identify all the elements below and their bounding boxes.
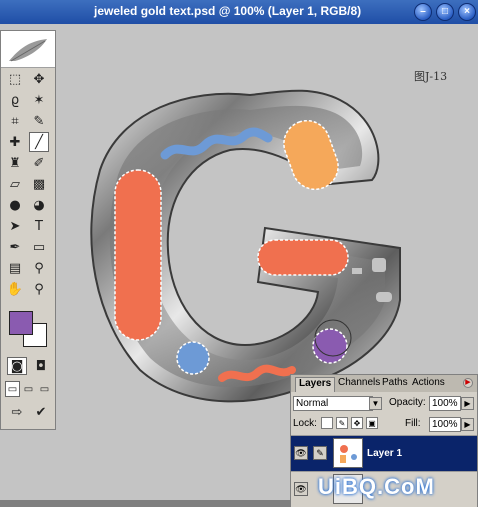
toolbox-panel[interactable]: ⬚ ✥ ϱ ✶ ⌗ ✎ ✚ ╱ ♜ ✐ ▱ ▩ ● ◕ ➤ T ✒ ▭ ▤ ⚲ … xyxy=(0,30,56,430)
window-title: jeweled gold text.psd @ 100% (Layer 1, R… xyxy=(94,4,362,18)
feather-logo-icon xyxy=(9,39,47,62)
fill-arrow-icon[interactable]: ▶ xyxy=(461,418,474,431)
type-tool-icon[interactable]: T xyxy=(29,216,49,236)
crop-tool-icon[interactable]: ⌗ xyxy=(5,111,25,131)
close-icon: × xyxy=(464,6,470,17)
tab-paths[interactable]: Paths xyxy=(379,377,411,391)
jump-buttons: ⇨ ✔ xyxy=(7,403,51,421)
eraser-tool-icon[interactable]: ▱ xyxy=(5,174,25,194)
marquee-tool-icon[interactable]: ⬚ xyxy=(5,69,25,89)
fill-field[interactable]: 100% xyxy=(429,417,461,432)
orange-pill-right xyxy=(257,239,349,276)
foreground-color-swatch[interactable] xyxy=(9,311,33,335)
dodge-tool-icon[interactable]: ◕ xyxy=(29,195,49,215)
lasso-tool-icon[interactable]: ϱ xyxy=(5,90,25,110)
maximize-icon: □ xyxy=(441,6,449,17)
tab-actions[interactable]: Actions xyxy=(409,377,448,391)
lock-transparency-icon[interactable] xyxy=(321,417,333,429)
blue-dot xyxy=(176,341,210,375)
blur-tool-icon[interactable]: ● xyxy=(5,195,25,215)
maximize-button[interactable]: □ xyxy=(436,3,454,21)
quick-mask-icon[interactable]: ◘ xyxy=(31,357,51,375)
pen-tool-icon[interactable]: ✒ xyxy=(5,237,25,257)
layer-thumbnail xyxy=(333,438,363,468)
healing-brush-tool-icon[interactable]: ✚ xyxy=(5,132,25,152)
layer-name[interactable]: Layer 1 xyxy=(367,448,402,459)
screen-mode-buttons: ▭ ▭ ▭ xyxy=(5,381,53,397)
brush-tool-icon[interactable]: ╱ xyxy=(29,132,49,152)
eye-visibility-icon[interactable]: 👁 xyxy=(294,482,308,496)
panel-menu-icon[interactable]: ▶ xyxy=(463,378,473,388)
minimize-icon: – xyxy=(420,6,426,17)
slice-tool-icon[interactable]: ✎ xyxy=(29,111,49,131)
full-screen-icon[interactable]: ▭ xyxy=(37,381,52,397)
history-brush-tool-icon[interactable]: ✐ xyxy=(29,153,49,173)
path-select-tool-icon[interactable]: ➤ xyxy=(5,216,25,236)
layer-thumbnail-icon xyxy=(340,445,357,463)
move-tool-icon[interactable]: ✥ xyxy=(29,69,49,89)
lock-label: Lock: xyxy=(293,418,317,429)
figure-label: 图J-13 xyxy=(414,70,448,83)
eye-visibility-icon[interactable]: 👁 xyxy=(294,446,308,460)
hand-tool-icon[interactable]: ✋ xyxy=(5,279,25,299)
checkmark-icon[interactable]: ✔ xyxy=(31,403,51,421)
blend-mode-select[interactable]: Normal xyxy=(293,396,373,411)
orange-pill-left xyxy=(114,169,162,341)
tool-grid: ⬚ ✥ ϱ ✶ ⌗ ✎ ✚ ╱ ♜ ✐ ▱ ▩ ● ◕ ➤ T ✒ ▭ ▤ ⚲ … xyxy=(5,69,53,300)
opacity-label: Opacity: xyxy=(389,397,426,408)
lock-position-icon[interactable]: ✥ xyxy=(351,417,363,429)
standard-screen-icon[interactable]: ▭ xyxy=(5,381,20,397)
lock-all-icon[interactable]: ▣ xyxy=(366,417,378,429)
jump-to-imageready-icon[interactable]: ⇨ xyxy=(7,403,27,421)
toolbox-header xyxy=(1,31,55,68)
watermark: UiBQ.CoM xyxy=(318,474,435,499)
stamp-tool-icon[interactable]: ♜ xyxy=(5,153,25,173)
brush-link-icon[interactable]: ✎ xyxy=(313,446,327,460)
fill-label: Fill: xyxy=(405,418,421,429)
opacity-field[interactable]: 100% xyxy=(429,396,461,411)
close-button[interactable]: × xyxy=(458,3,476,21)
tab-layers[interactable]: Layers xyxy=(295,377,336,392)
lock-buttons: ✎ ✥ ▣ xyxy=(321,417,378,429)
zoom-tool-icon[interactable]: ⚲ xyxy=(29,279,49,299)
tab-channels[interactable]: Channels xyxy=(335,377,383,391)
magic-wand-tool-icon[interactable]: ✶ xyxy=(29,90,49,110)
window-title-bar[interactable]: jeweled gold text.psd @ 100% (Layer 1, R… xyxy=(0,0,478,24)
gradient-tool-icon[interactable]: ▩ xyxy=(29,174,49,194)
shape-tool-icon[interactable]: ▭ xyxy=(29,237,49,257)
eyedropper-tool-icon[interactable]: ⚲ xyxy=(29,258,49,278)
opacity-arrow-icon[interactable]: ▶ xyxy=(461,397,474,410)
full-screen-menu-icon[interactable]: ▭ xyxy=(21,381,36,397)
lock-image-icon[interactable]: ✎ xyxy=(336,417,348,429)
purple-dot xyxy=(312,328,348,364)
minimize-button[interactable]: – xyxy=(414,3,432,21)
notes-tool-icon[interactable]: ▤ xyxy=(5,258,25,278)
layer-row-selected[interactable]: 👁 ✎ Layer 1 xyxy=(291,435,477,471)
mask-mode-buttons: ◙ ◘ xyxy=(7,357,51,377)
standard-mode-icon[interactable]: ◙ xyxy=(7,357,27,375)
blend-mode-dropdown-icon[interactable]: ▼ xyxy=(369,397,382,410)
